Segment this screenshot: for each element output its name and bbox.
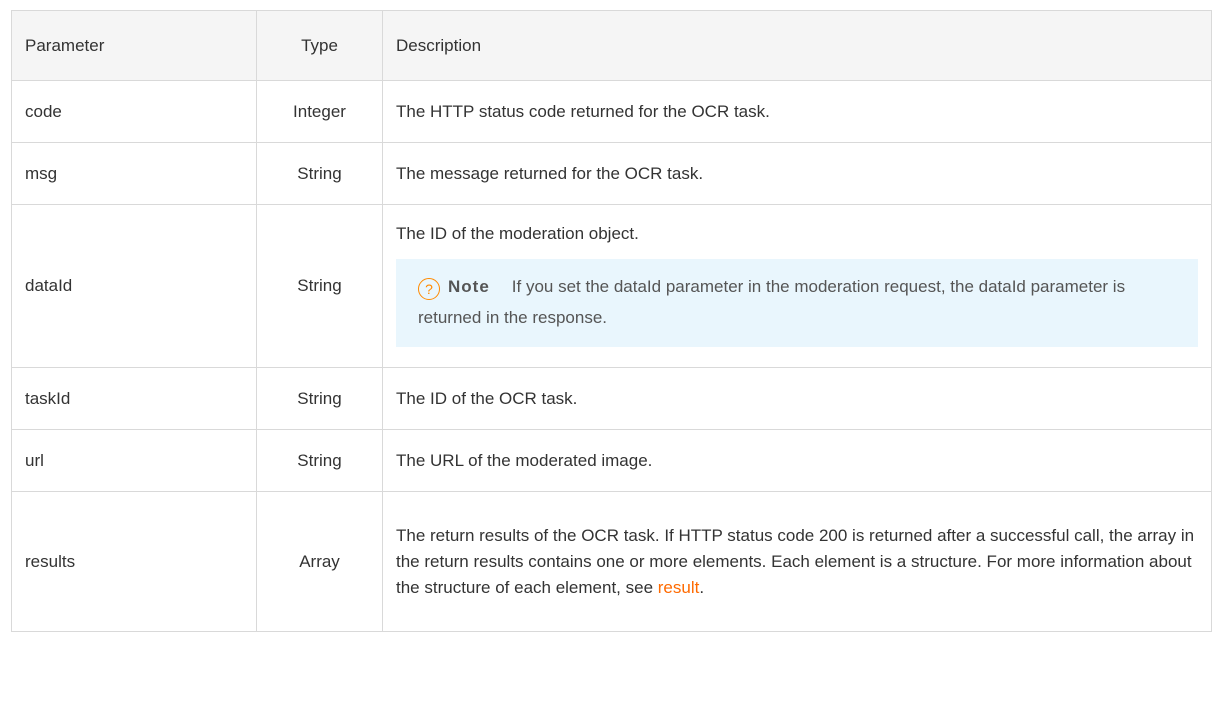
table-header-row: Parameter Type Description bbox=[11, 10, 1212, 81]
param-description-cell: The return results of the OCR task. If H… bbox=[382, 491, 1212, 632]
table-row-code: code Integer The HTTP status code return… bbox=[11, 80, 1212, 143]
param-description: The return results of the OCR task. If H… bbox=[396, 525, 1195, 597]
param-description-cell: The ID of the moderation object. ? Note If… bbox=[382, 204, 1212, 368]
description-period: . bbox=[699, 577, 705, 597]
header-type: Type bbox=[256, 10, 383, 81]
table-row-results: results Array The return results of the … bbox=[11, 491, 1212, 632]
param-name: url bbox=[11, 429, 257, 492]
param-name: dataId bbox=[11, 204, 257, 368]
param-name: code bbox=[11, 80, 257, 143]
param-type: String bbox=[256, 429, 383, 492]
param-description: The ID of the moderation object. bbox=[396, 224, 639, 243]
param-name: taskId bbox=[11, 367, 257, 430]
result-link[interactable]: result bbox=[658, 578, 700, 597]
table-row-msg: msg String The message returned for the … bbox=[11, 142, 1212, 205]
parameter-table: Parameter Type Description code Integer … bbox=[11, 10, 1212, 632]
param-description: The message returned for the OCR task. bbox=[382, 142, 1212, 205]
param-type: String bbox=[256, 367, 383, 430]
param-type: String bbox=[256, 204, 383, 368]
param-type: String bbox=[256, 142, 383, 205]
table-row-taskid: taskId String The ID of the OCR task. bbox=[11, 367, 1212, 430]
question-circle-icon: ? bbox=[418, 278, 440, 300]
param-type: Array bbox=[256, 491, 383, 632]
note-text: If you set the dataId parameter in the m… bbox=[418, 277, 1126, 327]
header-parameter: Parameter bbox=[11, 10, 257, 81]
note-callout: ? Note If you set the dataId parameter in … bbox=[396, 259, 1198, 347]
param-description: The ID of the OCR task. bbox=[382, 367, 1212, 430]
note-label: Note bbox=[448, 277, 490, 296]
table-row-dataid: dataId String The ID of the moderation o… bbox=[11, 204, 1212, 368]
header-description: Description bbox=[382, 10, 1212, 81]
param-name: msg bbox=[11, 142, 257, 205]
param-type: Integer bbox=[256, 80, 383, 143]
param-description: The HTTP status code returned for the OC… bbox=[382, 80, 1212, 143]
param-name: results bbox=[11, 491, 257, 632]
param-description: The URL of the moderated image. bbox=[382, 429, 1212, 492]
table-row-url: url String The URL of the moderated imag… bbox=[11, 429, 1212, 492]
